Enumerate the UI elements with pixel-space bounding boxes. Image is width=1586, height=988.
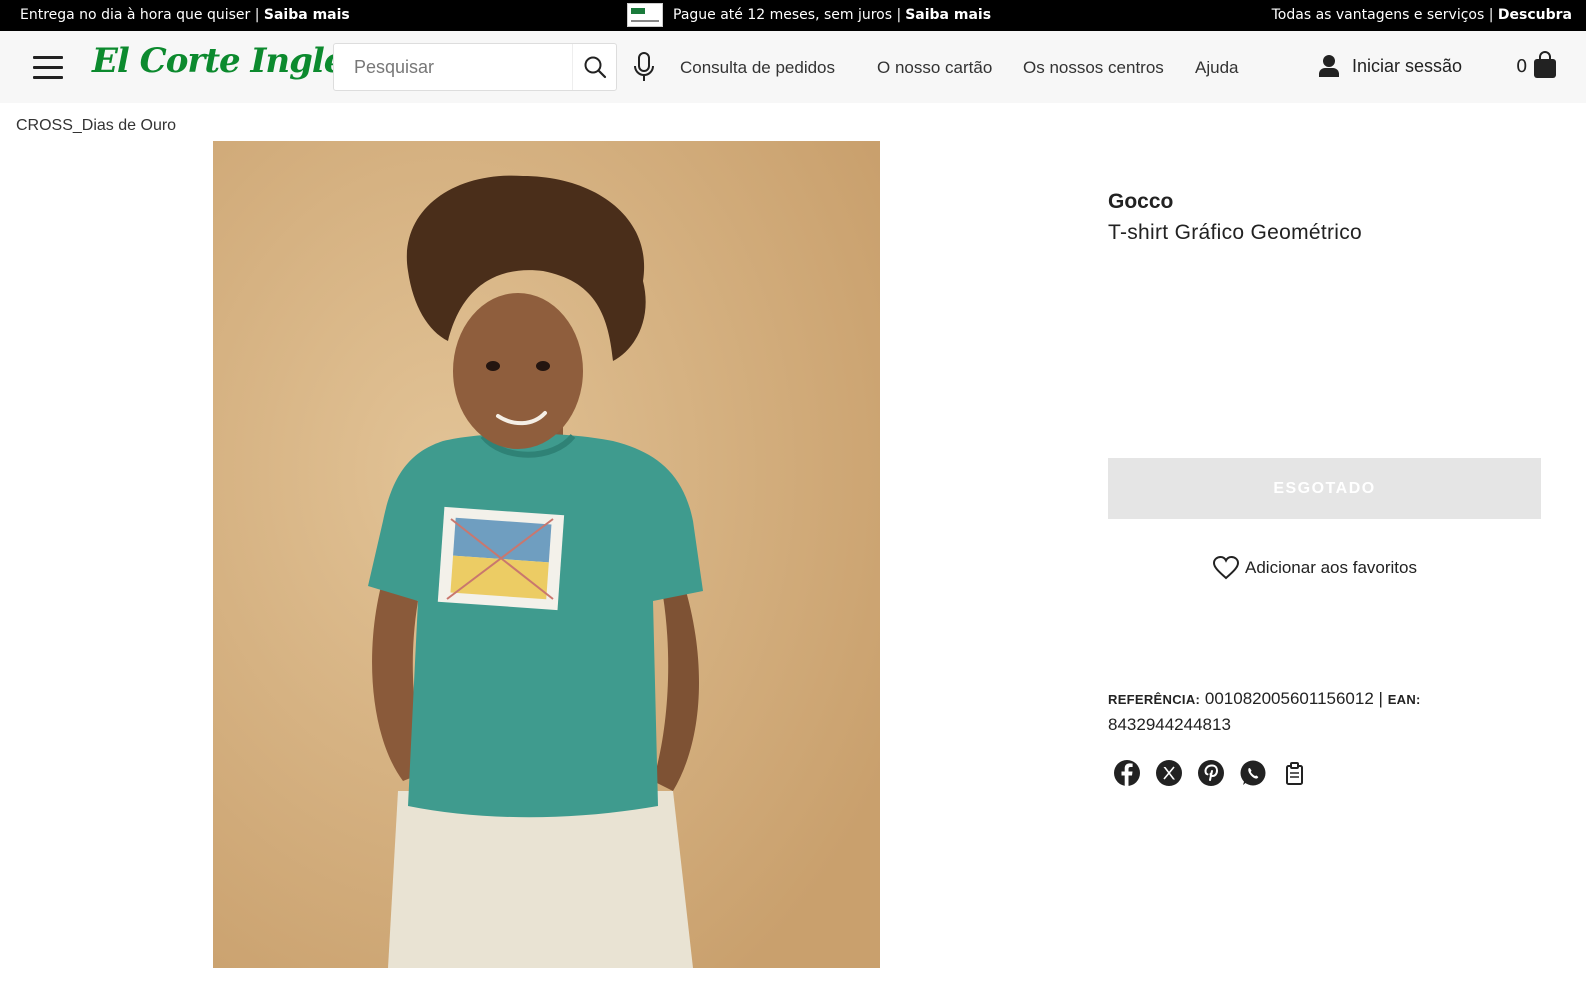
promo-delivery-text: Entrega no dia à hora que quiser |	[20, 7, 264, 23]
ean-label: EAN:	[1387, 692, 1421, 707]
credit-card-icon	[627, 3, 663, 27]
whatsapp-icon[interactable]	[1238, 758, 1268, 788]
cart-count: 0	[1516, 56, 1528, 77]
nav-orders[interactable]: Consulta de pedidos	[680, 58, 835, 78]
product-references: REFERÊNCIA: 001082005601156012 | EAN: 84…	[1108, 686, 1488, 737]
promo-financing-link[interactable]: Saiba mais	[905, 7, 991, 23]
product-title: T-shirt Gráfico Geométrico	[1108, 221, 1363, 244]
sold-out-button: ESGOTADO	[1108, 458, 1541, 519]
promo-financing: Pague até 12 meses, sem juros | Saiba ma…	[627, 3, 991, 27]
nav-centers[interactable]: Os nossos centros	[1023, 58, 1164, 78]
search-button[interactable]	[572, 44, 616, 90]
share-bar	[1112, 758, 1310, 788]
promo-advantages-link[interactable]: Descubra	[1498, 7, 1572, 23]
breadcrumb[interactable]: CROSS_Dias de Ouro	[16, 117, 176, 135]
search-box	[333, 43, 617, 91]
promo-advantages-text: Todas as vantagens e serviços |	[1271, 7, 1498, 23]
product-brand[interactable]: Gocco	[1108, 190, 1173, 214]
search-input[interactable]	[334, 44, 574, 90]
cart-button[interactable]: 0	[1516, 51, 1557, 79]
reference-value: 001082005601156012	[1204, 689, 1374, 708]
heart-icon	[1213, 556, 1239, 580]
microphone-icon[interactable]	[633, 52, 655, 82]
site-header: El Corte Inglés Consulta de pedidos O no…	[0, 31, 1586, 103]
promo-financing-text: Pague até 12 meses, sem juros |	[673, 7, 902, 23]
add-to-favorites-button[interactable]: Adicionar aos favoritos	[1213, 556, 1417, 580]
login-button[interactable]: Iniciar sessão	[1318, 54, 1462, 78]
brand-logo[interactable]: El Corte Inglés	[92, 41, 364, 81]
x-icon[interactable]	[1154, 758, 1184, 788]
menu-icon[interactable]	[33, 56, 63, 79]
facebook-icon[interactable]	[1112, 758, 1142, 788]
promo-advantages: Todas as vantagens e serviços | Descubra	[1272, 7, 1572, 23]
search-icon	[584, 56, 606, 79]
ean-value: 8432944244813	[1108, 715, 1231, 734]
copy-icon[interactable]	[1280, 758, 1310, 788]
promo-delivery: Entrega no dia à hora que quiser | Saiba…	[20, 7, 350, 23]
promo-bar: Entrega no dia à hora que quiser | Saiba…	[0, 0, 1586, 31]
login-label: Iniciar sessão	[1352, 55, 1463, 76]
pinterest-icon[interactable]	[1196, 758, 1226, 788]
promo-delivery-link[interactable]: Saiba mais	[264, 7, 350, 23]
shopping-bag-icon	[1534, 51, 1557, 78]
nav-help[interactable]: Ajuda	[1195, 58, 1238, 78]
product-image[interactable]	[213, 141, 880, 968]
nav-card[interactable]: O nosso cartão	[877, 58, 992, 78]
favorites-label: Adicionar aos favoritos	[1245, 558, 1417, 577]
user-icon	[1319, 55, 1339, 77]
separator: |	[1378, 689, 1383, 708]
reference-label: REFERÊNCIA:	[1108, 692, 1201, 707]
product-photo	[213, 141, 880, 968]
